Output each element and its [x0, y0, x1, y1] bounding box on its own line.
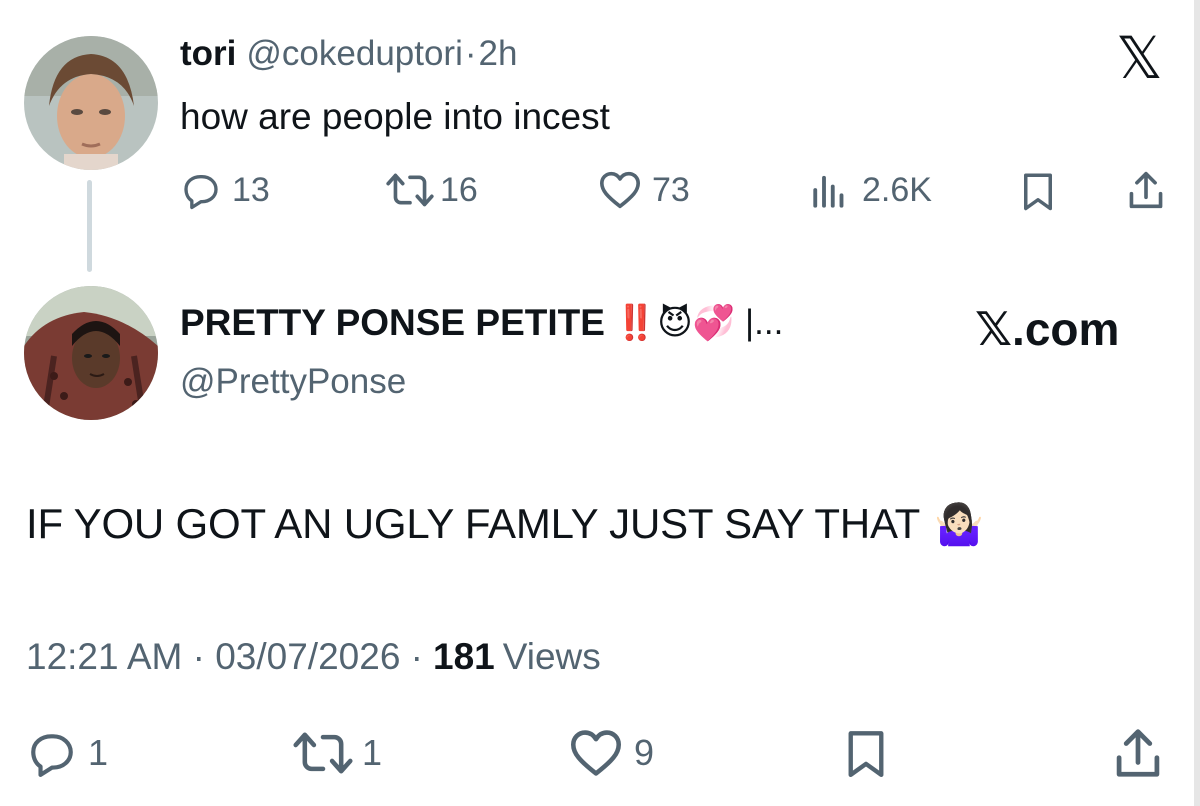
- author-handle[interactable]: @cokeduptori: [246, 34, 462, 74]
- reply-button[interactable]: 13: [180, 170, 270, 210]
- bookmark-icon: [848, 731, 884, 777]
- retweet-count: 1: [362, 732, 383, 773]
- avatar-tori[interactable]: [24, 36, 158, 170]
- bookmark-button[interactable]: [1018, 170, 1058, 217]
- quote-author-name[interactable]: PRETTY PONSE PETITE: [180, 302, 605, 344]
- retweet-icon: [290, 728, 356, 778]
- bookmark-icon: [1024, 173, 1052, 211]
- heart-icon: [598, 170, 642, 210]
- thread-connector-line: [87, 180, 92, 272]
- avatar-image: [24, 36, 158, 170]
- quote-header-name: PRETTY PONSE PETITE ‼️😈💞 |...: [180, 302, 783, 344]
- quote-tweet-text: IF YOU GOT AN UGLY FAMLY JUST SAY THAT: [26, 500, 921, 547]
- reply-icon: [26, 728, 78, 778]
- timestamp[interactable]: 12:21 AM · 03/07/2026 ·: [26, 636, 423, 678]
- avatar-prettyponse[interactable]: [24, 286, 158, 420]
- avatar-image: [24, 286, 158, 420]
- name-emoji: ‼️😈💞: [614, 304, 736, 342]
- like-button[interactable]: 9: [568, 728, 654, 778]
- name-truncation: |...: [745, 303, 784, 342]
- tweet-meta: 12:21 AM · 03/07/2026 · 181 Views: [26, 636, 601, 678]
- retweet-icon: [384, 170, 436, 210]
- retweet-count: 16: [440, 170, 478, 209]
- views-button[interactable]: 2.6K: [810, 170, 932, 210]
- like-button[interactable]: 73: [598, 170, 690, 210]
- x-dot-com-brand: 𝕏.com: [975, 303, 1120, 355]
- share-button[interactable]: [1126, 168, 1166, 217]
- views-label: Views: [502, 636, 601, 677]
- reply-button[interactable]: 1: [26, 728, 108, 778]
- share-button[interactable]: [1112, 724, 1164, 787]
- x-logo-icon: 𝕏: [1116, 26, 1163, 91]
- retweet-button[interactable]: 1: [290, 728, 382, 778]
- retweet-button[interactable]: 16: [384, 170, 478, 210]
- tweet-text: how are people into incest: [180, 96, 610, 137]
- views-count: 2.6K: [862, 170, 932, 209]
- share-icon: [1129, 171, 1163, 209]
- bookmark-button[interactable]: [842, 726, 890, 785]
- views-icon: [810, 170, 852, 210]
- reply-icon: [180, 170, 222, 210]
- quote-text-line: IF YOU GOT AN UGLY FAMLY JUST SAY THAT 🤷…: [26, 500, 984, 548]
- like-count: 9: [634, 732, 655, 773]
- reply-count: 13: [232, 170, 270, 209]
- tweet-header: tori @cokeduptori · 2h: [180, 34, 517, 74]
- shrug-emoji: 🤷🏻‍♀️: [934, 502, 984, 547]
- quote-author-handle[interactable]: @PrettyPonse: [180, 362, 406, 402]
- share-icon: [1116, 729, 1160, 777]
- right-edge-border: [1194, 0, 1200, 806]
- separator-dot: ·: [464, 34, 477, 73]
- heart-icon: [568, 728, 624, 778]
- reply-count: 1: [88, 732, 109, 773]
- tweet-time[interactable]: 2h: [479, 34, 518, 74]
- views-count-bold: 181: [433, 636, 495, 677]
- author-name[interactable]: tori: [180, 34, 236, 74]
- like-count: 73: [652, 170, 690, 209]
